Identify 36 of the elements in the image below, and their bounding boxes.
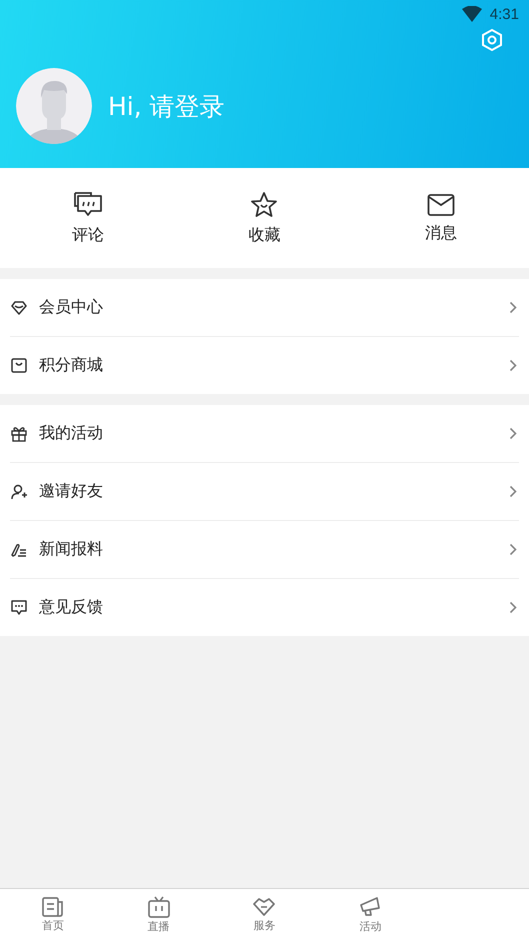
envelope-icon xyxy=(426,192,455,216)
diamond-icon xyxy=(11,300,27,314)
star-icon xyxy=(250,190,278,218)
megaphone-icon xyxy=(359,896,382,918)
chevron-icon xyxy=(509,427,517,440)
tab[interactable]: 活动 xyxy=(317,889,424,940)
bag-icon xyxy=(11,358,27,373)
menu-item[interactable]: 我的活动 xyxy=(0,405,529,462)
chevron-icon xyxy=(509,543,517,556)
pen-icon xyxy=(11,542,27,556)
gift-icon xyxy=(11,426,27,442)
chevron-icon xyxy=(509,485,517,498)
chevron-icon xyxy=(509,301,517,314)
chevron-icon xyxy=(509,601,517,614)
tab[interactable]: 直播 xyxy=(106,889,212,940)
news-icon xyxy=(42,896,64,916)
comments-icon xyxy=(73,190,104,218)
status-time: 4:31 xyxy=(490,6,519,22)
quick-action[interactable]: 收藏 xyxy=(176,168,353,268)
wifi-icon xyxy=(462,6,482,22)
quick-action[interactable]: 评论 xyxy=(0,168,176,268)
menu-item[interactable]: 新闻报料 xyxy=(0,521,529,578)
person-add-icon xyxy=(11,484,27,500)
menu-item[interactable]: 积分商城 xyxy=(0,337,529,394)
tv-icon xyxy=(148,896,170,918)
menu-item[interactable]: 意见反馈 xyxy=(0,579,529,636)
heart-icon xyxy=(252,896,276,916)
menu-item[interactable]: 邀请好友 xyxy=(0,463,529,520)
menu-item[interactable]: 会员中心 xyxy=(0,279,529,336)
chevron-icon xyxy=(509,359,517,372)
tab[interactable]: 服务 xyxy=(212,889,318,940)
avatar-silhouette[interactable] xyxy=(16,68,92,144)
tab[interactable]: 首页 xyxy=(0,889,106,940)
quick-action[interactable]: 消息 xyxy=(352,168,529,268)
chat-icon xyxy=(11,600,27,615)
settings-icon[interactable] xyxy=(481,28,503,52)
